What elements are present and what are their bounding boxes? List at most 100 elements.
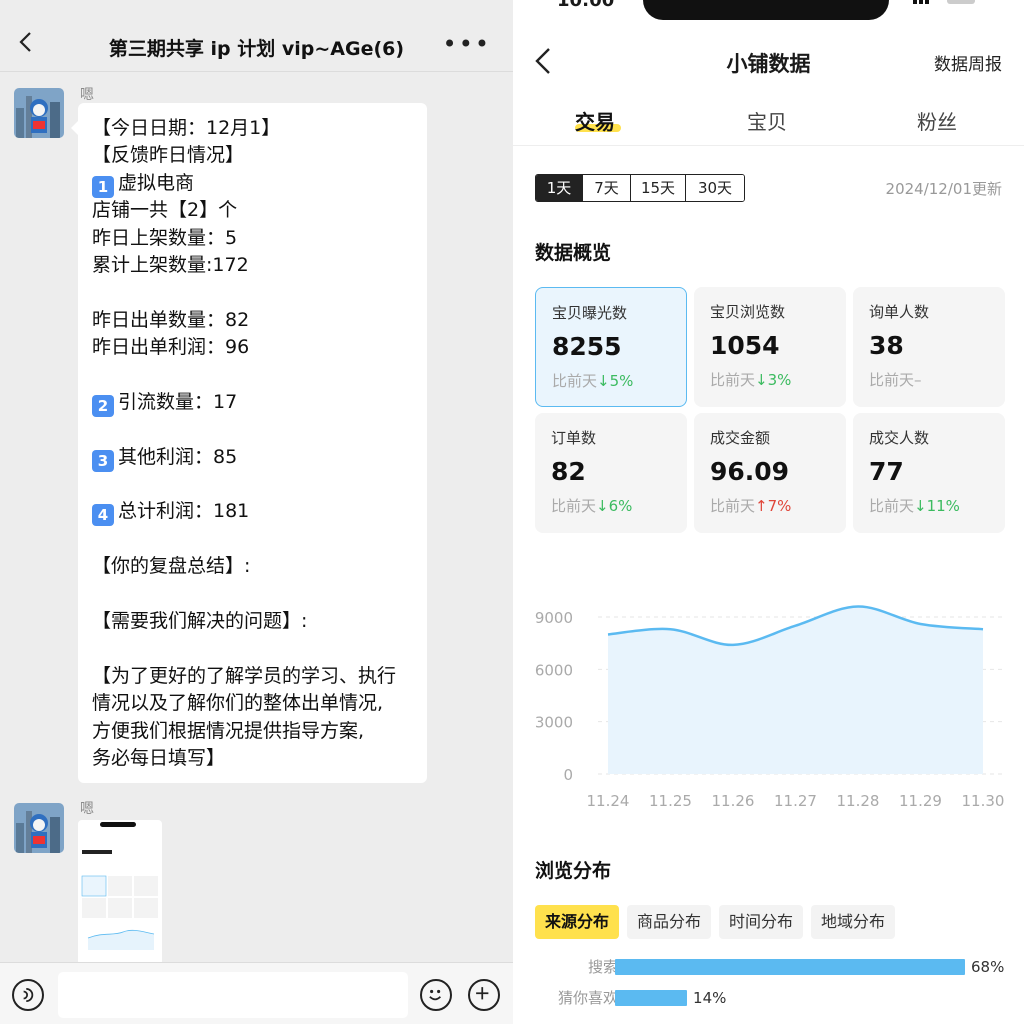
- message-text: 情况以及了解你们的整体出单情况,: [92, 692, 384, 715]
- message-line: [92, 526, 413, 553]
- chat-header: 第三期共享 ip 计划 vip~AGe(6) •••: [0, 0, 513, 72]
- distribution-title: 浏览分布: [535, 860, 612, 882]
- bar-fill: [615, 990, 688, 1006]
- message-line: [92, 581, 413, 608]
- message-line: 4 总计利润：181: [92, 498, 413, 527]
- range-7-days[interactable]: 7天: [583, 175, 631, 201]
- chat-panel: 第三期共享 ip 计划 vip~AGe(6) ••• 嗯 【今日日期：12月1】…: [0, 0, 513, 1024]
- range-30-days[interactable]: 30天: [686, 175, 744, 201]
- tab-time-distribution[interactable]: 时间分布: [719, 905, 804, 939]
- metric-label: 宝贝曝光数: [552, 304, 628, 322]
- metric-card[interactable]: 宝贝浏览数 1054 比前天↓3%: [694, 287, 846, 407]
- message-text: 务必每日填写】: [92, 746, 226, 769]
- x-tick-label: 11.29: [899, 792, 942, 810]
- message-line: 昨日出单利润：96: [92, 334, 413, 361]
- bar-label: 搜索: [587, 958, 618, 976]
- screen: 第三期共享 ip 计划 vip~AGe(6) ••• 嗯 【今日日期：12月1】…: [0, 0, 1024, 1024]
- tab-source-distribution[interactable]: 来源分布: [535, 905, 620, 939]
- message-text: 【你的复盘总结】:: [92, 555, 251, 578]
- chat-title: 第三期共享 ip 计划 vip~AGe(6): [108, 38, 405, 60]
- metric-label: 宝贝浏览数: [710, 303, 786, 321]
- date-range-selector: 1天 7天 15天 30天: [535, 174, 745, 202]
- arrow-up-icon: ↑: [755, 497, 768, 515]
- message-line: [92, 279, 413, 306]
- range-1-day[interactable]: 1天: [536, 175, 583, 201]
- metric-value: 8255: [552, 332, 622, 361]
- more-options-icon[interactable]: •••: [443, 32, 491, 56]
- metric-value: 96.09: [710, 457, 790, 486]
- compare-prefix: 比前天: [869, 371, 915, 389]
- metric-compare: 比前天↓6%: [551, 495, 671, 516]
- metric-compare: 比前天↓3%: [710, 369, 830, 390]
- tab-item-distribution[interactable]: 商品分布: [627, 905, 712, 939]
- message-line: 方便我们根据情况提供指导方案,: [92, 718, 413, 745]
- message-line: 【你的复盘总结】:: [92, 553, 413, 580]
- metric-card[interactable]: 宝贝曝光数 8255 比前天↓5%: [535, 287, 687, 407]
- message-line: [92, 471, 413, 498]
- tab-region-distribution[interactable]: 地域分布: [811, 905, 896, 939]
- metric-card[interactable]: 成交人数 77 比前天↓11%: [853, 413, 1005, 533]
- sender-name: 嗯: [80, 801, 94, 817]
- metric-change: 7%: [767, 497, 792, 515]
- arrow-down-icon: ↓: [597, 372, 610, 390]
- message-line: [92, 635, 413, 662]
- message-line: 【需要我们解决的问题】:: [92, 608, 413, 635]
- message-input[interactable]: [58, 972, 408, 1018]
- message-text: 方便我们根据情况提供指导方案,: [92, 719, 365, 742]
- back-arrow-icon[interactable]: [14, 30, 38, 54]
- y-tick-label: 9000: [535, 609, 573, 627]
- metric-change: 5%: [609, 372, 634, 390]
- message-text: 昨日出单数量：82: [92, 308, 250, 331]
- series-area: [608, 606, 983, 774]
- x-tick-label: 11.24: [587, 792, 630, 810]
- message-line: 情况以及了解你们的整体出单情况,: [92, 690, 413, 717]
- metric-card[interactable]: 询单人数 38 比前天–: [853, 287, 1005, 407]
- emoji-icon[interactable]: [420, 979, 452, 1011]
- avatar[interactable]: [14, 803, 64, 853]
- message-bubble[interactable]: 【今日日期：12月1】 【反馈昨日情况】 1 虚拟电商 店铺一共【2】个 昨日上架数量：5…: [71, 103, 427, 783]
- message-text: 其他利润：85: [118, 445, 238, 468]
- message-text: 店铺一共【2】个: [92, 199, 238, 222]
- message-text: 【需要我们解决的问题】:: [92, 610, 308, 633]
- chat-input-bar: [0, 962, 513, 1024]
- y-tick-label: 6000: [535, 661, 573, 679]
- metric-card[interactable]: 成交金额 96.09 比前天↑7%: [694, 413, 846, 533]
- compare-prefix: 比前天: [710, 497, 756, 515]
- arrow-down-icon: ↓: [596, 497, 609, 515]
- message-line: 【反馈昨日情况】: [92, 142, 413, 169]
- plus-icon[interactable]: [468, 979, 500, 1011]
- arrow-down-icon: ↓: [755, 371, 768, 389]
- metric-card[interactable]: 订单数 82 比前天↓6%: [535, 413, 687, 533]
- number-badge-icon: 2: [92, 394, 114, 417]
- metric-value: 77: [869, 457, 904, 486]
- trend-chart: 0 3000 6000 9000 11.24 11.25 11.26 11.27 11.28 11…: [535, 605, 1005, 810]
- message-text: 【反馈昨日情况】: [92, 144, 245, 167]
- compare-prefix: 比前天: [869, 497, 915, 515]
- tab-items[interactable]: 宝贝: [747, 106, 787, 135]
- range-15-days[interactable]: 15天: [631, 175, 686, 201]
- main-tabs: 交易 宝贝 粉丝: [513, 100, 1024, 146]
- tab-fans[interactable]: 粉丝: [917, 106, 957, 135]
- weekly-report-link[interactable]: 数据周报: [934, 50, 1002, 75]
- metric-value: 1054: [710, 331, 780, 360]
- voice-icon[interactable]: [12, 979, 44, 1011]
- compare-prefix: 比前天: [551, 497, 597, 515]
- store-data-app: 10:00 小铺数据 数据周报 交易 宝贝 粉丝 1天 7天 15天 30天 2…: [513, 0, 1024, 1024]
- avatar[interactable]: [14, 88, 64, 138]
- metric-change: 6%: [608, 497, 633, 515]
- message-line: 店铺一共【2】个: [92, 197, 413, 224]
- compare-prefix: 比前天: [710, 371, 756, 389]
- arrow-down-icon: ↓: [914, 497, 927, 515]
- screenshot-thumbnail[interactable]: [78, 820, 162, 965]
- message-text: 昨日上架数量：5: [92, 226, 238, 249]
- metric-change: –: [914, 371, 922, 389]
- metric-change: 3%: [767, 371, 792, 389]
- x-tick-label: 11.30: [962, 792, 1005, 810]
- message-text: 昨日出单利润：96: [92, 336, 250, 359]
- metric-compare: 比前天↓11%: [869, 495, 989, 516]
- bar-fill: [615, 959, 965, 975]
- x-tick-label: 11.28: [837, 792, 880, 810]
- x-tick-label: 11.27: [774, 792, 817, 810]
- tab-trade[interactable]: 交易: [575, 106, 615, 135]
- compare-prefix: 比前天: [552, 372, 598, 390]
